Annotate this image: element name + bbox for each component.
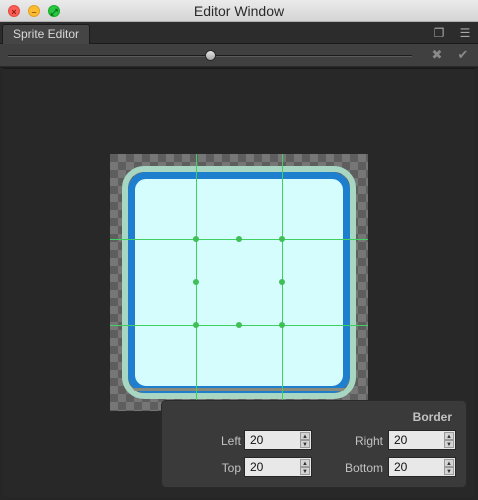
slice-handle-top-left[interactable] — [193, 236, 199, 242]
left-field[interactable]: 20 ▲ ▼ — [244, 430, 312, 450]
slice-handle-right[interactable] — [279, 279, 285, 285]
menu-icon[interactable]: ☰ — [458, 26, 472, 40]
right-stepper[interactable]: ▲ ▼ — [444, 432, 454, 448]
bottom-label: Bottom — [344, 461, 383, 475]
top-value: 20 — [250, 460, 264, 474]
right-field[interactable]: 20 ▲ ▼ — [388, 430, 456, 450]
left-up-icon[interactable]: ▲ — [300, 432, 310, 440]
border-panel: Border Left 20 ▲ ▼ Right 20 ▲ ▼ Top 20 ▲… — [161, 400, 467, 488]
tab-bar: Sprite Editor ❐ ☰ — [0, 22, 478, 45]
revert-icon[interactable]: ✖ — [430, 48, 444, 62]
left-label: Left — [220, 434, 241, 448]
slice-handle-bottom-left[interactable] — [193, 322, 199, 328]
right-label: Right — [354, 434, 383, 448]
sprite-preview[interactable] — [110, 154, 368, 411]
zoom-slider-thumb[interactable] — [204, 50, 216, 61]
apply-icon[interactable]: ✔ — [456, 48, 470, 62]
slice-handle-bottom-right[interactable] — [279, 322, 285, 328]
slice-handle-top[interactable] — [236, 236, 242, 242]
right-down-icon[interactable]: ▼ — [444, 440, 454, 448]
right-up-icon[interactable]: ▲ — [444, 432, 454, 440]
top-label: Top — [221, 461, 241, 475]
border-panel-title: Border — [412, 410, 452, 424]
maximize-icon[interactable]: ❐ — [432, 26, 446, 40]
slice-handle-left[interactable] — [193, 279, 199, 285]
top-field[interactable]: 20 ▲ ▼ — [244, 457, 312, 477]
bottom-stepper[interactable]: ▲ ▼ — [444, 459, 454, 475]
left-value: 20 — [250, 433, 264, 447]
bottom-down-icon[interactable]: ▼ — [444, 467, 454, 475]
title-bar: × – ⤢ Editor Window — [0, 0, 478, 22]
left-stepper[interactable]: ▲ ▼ — [300, 432, 310, 448]
toolbar: ✖ ✔ — [0, 44, 478, 67]
top-down-icon[interactable]: ▼ — [300, 467, 310, 475]
window-title: Editor Window — [193, 3, 285, 19]
bottom-value: 20 — [394, 460, 408, 474]
bottom-up-icon[interactable]: ▲ — [444, 459, 454, 467]
slice-handle-bottom[interactable] — [236, 322, 242, 328]
bottom-field[interactable]: 20 ▲ ▼ — [388, 457, 456, 477]
top-up-icon[interactable]: ▲ — [300, 459, 310, 467]
sprite-frame — [128, 172, 350, 393]
tab-sprite-editor[interactable]: Sprite Editor — [2, 24, 91, 45]
slice-handle-top-right[interactable] — [279, 236, 285, 242]
right-value: 20 — [394, 433, 408, 447]
top-stepper[interactable]: ▲ ▼ — [300, 459, 310, 475]
left-down-icon[interactable]: ▼ — [300, 440, 310, 448]
